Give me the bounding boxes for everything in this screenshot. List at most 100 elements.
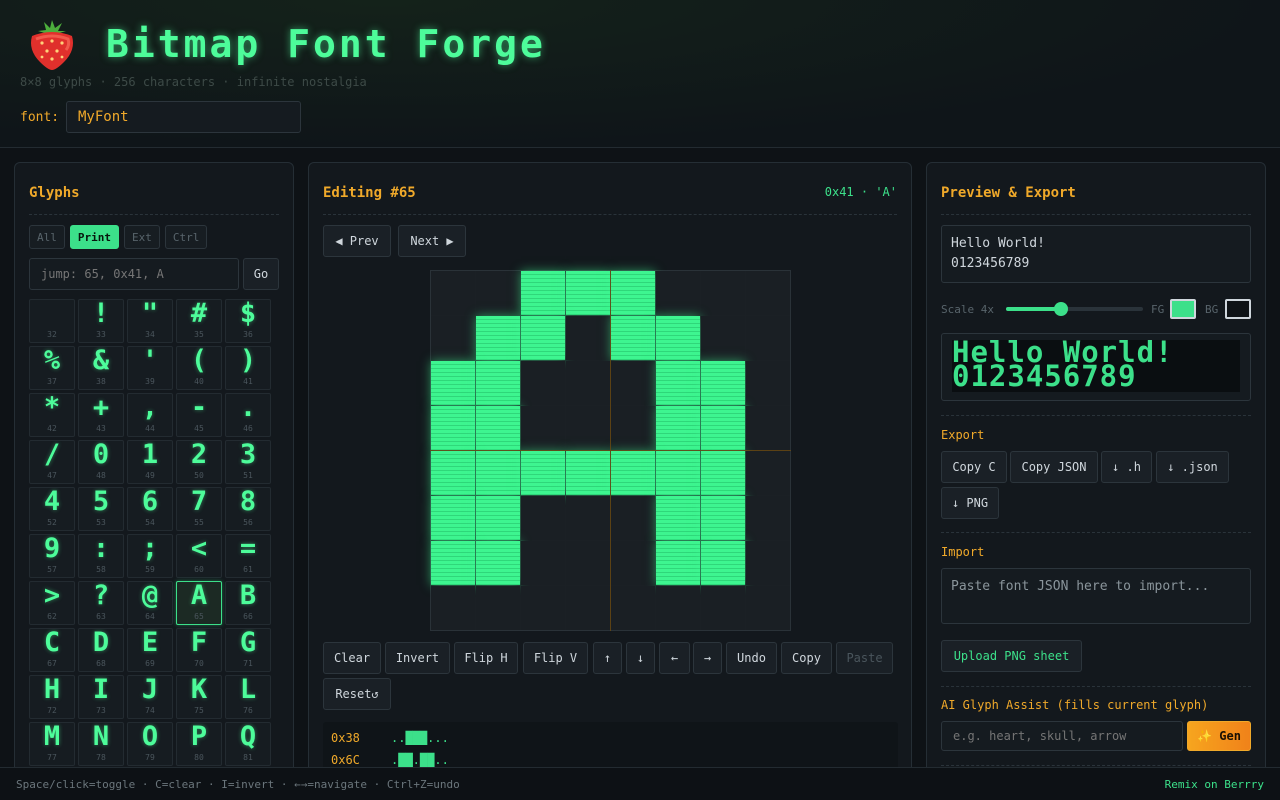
copy-c-button[interactable]: Copy C xyxy=(941,451,1007,483)
glyph-cell[interactable]: D 68 xyxy=(78,628,124,672)
pixel-cell[interactable] xyxy=(431,271,475,315)
pixel-cell[interactable] xyxy=(521,451,565,495)
pixel-cell[interactable] xyxy=(431,541,475,585)
jump-input[interactable] xyxy=(29,258,239,290)
pixel-cell[interactable] xyxy=(701,496,745,540)
pixel-cell[interactable] xyxy=(476,541,520,585)
undo-button[interactable]: Undo xyxy=(726,642,777,674)
pixel-cell[interactable] xyxy=(746,451,790,495)
download-png-button[interactable]: ↓ PNG xyxy=(941,487,999,519)
pixel-cell[interactable] xyxy=(746,586,790,630)
pixel-cell[interactable] xyxy=(701,586,745,630)
glyph-cell[interactable]: ; 59 xyxy=(127,534,173,578)
pixel-canvas[interactable] xyxy=(430,270,791,631)
shift-down-button[interactable]: ↓ xyxy=(626,642,655,674)
glyph-cell[interactable]: E 69 xyxy=(127,628,173,672)
glyph-cell[interactable]: J 74 xyxy=(127,675,173,719)
pixel-cell[interactable] xyxy=(566,586,610,630)
pixel-cell[interactable] xyxy=(656,586,700,630)
pixel-cell[interactable] xyxy=(476,406,520,450)
pixel-cell[interactable] xyxy=(746,496,790,540)
glyph-cell[interactable]: 6 54 xyxy=(127,487,173,531)
invert-button[interactable]: Invert xyxy=(385,642,450,674)
glyph-cell[interactable]: C 67 xyxy=(29,628,75,672)
pixel-cell[interactable] xyxy=(701,451,745,495)
tab-all[interactable]: All xyxy=(29,225,65,249)
glyph-cell[interactable]: -45 xyxy=(176,393,222,437)
bg-color-picker[interactable] xyxy=(1225,299,1251,319)
glyph-cell[interactable]: 4 52 xyxy=(29,487,75,531)
pixel-cell[interactable] xyxy=(701,361,745,405)
pixel-cell[interactable] xyxy=(566,496,610,540)
font-name-input[interactable] xyxy=(66,101,301,133)
pixel-cell[interactable] xyxy=(701,271,745,315)
upload-png-button[interactable]: Upload PNG sheet xyxy=(941,640,1082,672)
glyph-cell[interactable]: 32 xyxy=(29,299,75,343)
glyph-cell[interactable]: N 78 xyxy=(78,722,124,766)
pixel-cell[interactable] xyxy=(611,451,655,495)
pixel-cell[interactable] xyxy=(521,271,565,315)
glyph-cell[interactable]: 8 56 xyxy=(225,487,271,531)
glyph-cell[interactable]: * 42 xyxy=(29,393,75,437)
pixel-cell[interactable] xyxy=(431,361,475,405)
glyph-cell[interactable]: 3 51 xyxy=(225,440,271,484)
pixel-cell[interactable] xyxy=(746,406,790,450)
glyph-cell[interactable]: 5 53 xyxy=(78,487,124,531)
download-h-button[interactable]: ↓ .h xyxy=(1101,451,1152,483)
reset-button[interactable]: Reset↺ xyxy=(323,678,391,710)
glyph-cell[interactable]: F 70 xyxy=(176,628,222,672)
pixel-cell[interactable] xyxy=(656,271,700,315)
flip-h-button[interactable]: Flip H xyxy=(454,642,518,674)
glyph-cell[interactable]: ? 63 xyxy=(78,581,124,625)
pixel-cell[interactable] xyxy=(611,541,655,585)
fg-color-picker[interactable] xyxy=(1170,299,1196,319)
pixel-cell[interactable] xyxy=(431,316,475,360)
preview-text-input[interactable] xyxy=(941,225,1251,283)
pixel-cell[interactable] xyxy=(746,271,790,315)
pixel-cell[interactable] xyxy=(476,586,520,630)
pixel-cell[interactable] xyxy=(521,361,565,405)
glyph-cell[interactable]: 7 55 xyxy=(176,487,222,531)
clear-button[interactable]: Clear xyxy=(323,642,381,674)
pixel-cell[interactable] xyxy=(431,406,475,450)
pixel-cell[interactable] xyxy=(656,316,700,360)
glyph-cell[interactable]: >62 xyxy=(29,581,75,625)
import-json-input[interactable] xyxy=(941,568,1251,624)
shift-up-button[interactable]: ↑ xyxy=(593,642,622,674)
pixel-cell[interactable] xyxy=(476,451,520,495)
pixel-cell[interactable] xyxy=(746,361,790,405)
pixel-cell[interactable] xyxy=(521,496,565,540)
glyph-cell[interactable]: :58 xyxy=(78,534,124,578)
pixel-cell[interactable] xyxy=(701,541,745,585)
glyph-cell[interactable]: 1 49 xyxy=(127,440,173,484)
pixel-cell[interactable] xyxy=(611,316,655,360)
pixel-cell[interactable] xyxy=(566,541,610,585)
tab-print[interactable]: Print xyxy=(69,225,119,249)
pixel-cell[interactable] xyxy=(566,271,610,315)
glyph-cell[interactable]: H 72 xyxy=(29,675,75,719)
glyph-cell[interactable]: P 80 xyxy=(176,722,222,766)
pixel-cell[interactable] xyxy=(656,406,700,450)
glyph-cell[interactable]: /47 xyxy=(29,440,75,484)
shift-left-button[interactable]: ← xyxy=(659,642,690,674)
pixel-cell[interactable] xyxy=(611,496,655,540)
pixel-cell[interactable] xyxy=(521,586,565,630)
pixel-cell[interactable] xyxy=(611,586,655,630)
ai-prompt-input[interactable] xyxy=(941,721,1183,751)
pixel-cell[interactable] xyxy=(656,361,700,405)
pixel-cell[interactable] xyxy=(611,271,655,315)
pixel-cell[interactable] xyxy=(431,586,475,630)
scale-slider-thumb[interactable] xyxy=(1053,302,1068,316)
glyph-cell[interactable]: I 73 xyxy=(78,675,124,719)
pixel-cell[interactable] xyxy=(701,406,745,450)
pixel-cell[interactable] xyxy=(746,316,790,360)
pixel-cell[interactable] xyxy=(656,496,700,540)
glyph-cell[interactable]: G 71 xyxy=(225,628,271,672)
pixel-cell[interactable] xyxy=(656,451,700,495)
go-button[interactable]: Go xyxy=(243,258,279,290)
pixel-cell[interactable] xyxy=(431,451,475,495)
glyph-cell[interactable]: = 61 xyxy=(225,534,271,578)
download-json-button[interactable]: ↓ .json xyxy=(1156,451,1229,483)
pixel-cell[interactable] xyxy=(521,541,565,585)
pixel-cell[interactable] xyxy=(746,541,790,585)
